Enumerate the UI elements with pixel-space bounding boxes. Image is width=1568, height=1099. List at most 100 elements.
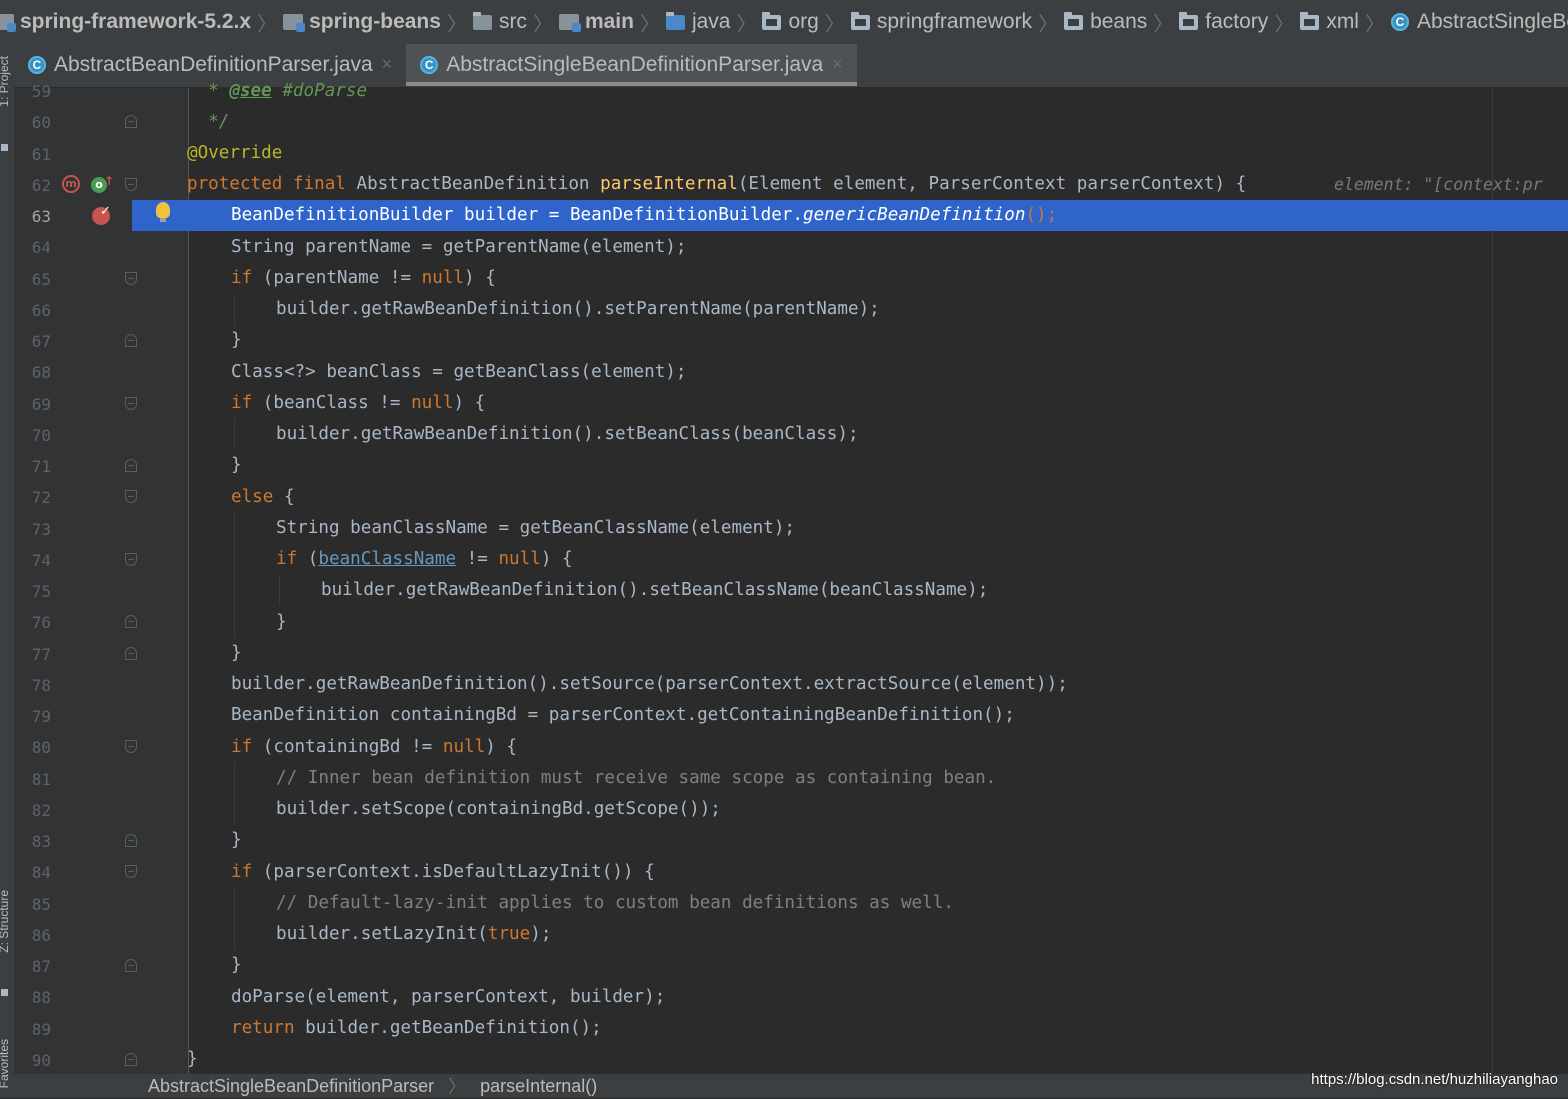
gutter-row[interactable]: 86: [15, 920, 189, 951]
gutter-row[interactable]: 84: [15, 857, 189, 888]
gutter-row[interactable]: 72: [15, 482, 189, 513]
nav-item-xml[interactable]: xml: [1300, 10, 1359, 34]
gutter-row[interactable]: 88: [15, 982, 189, 1013]
fold-end-icon[interactable]: [125, 615, 137, 629]
fold-end-icon[interactable]: [125, 646, 137, 660]
gutter-row[interactable]: 79: [15, 701, 189, 732]
fold-collapse-icon[interactable]: [125, 740, 137, 754]
package-icon: [762, 11, 782, 30]
code-line-75: builder.getRawBeanDefinition().setBeanCl…: [321, 580, 989, 600]
nav-item-module[interactable]: spring-beans: [283, 10, 441, 34]
chevron-right-icon: 〉: [824, 13, 845, 36]
gutter-row[interactable]: 73: [15, 514, 189, 545]
source-folder-icon: [665, 11, 685, 30]
abstract-class-icon: C: [420, 55, 439, 74]
gutter-row[interactable]: 76: [15, 607, 189, 638]
code-line-90: }: [187, 1049, 198, 1069]
line-number: 65: [31, 269, 51, 289]
gutter-row[interactable]: 67: [15, 326, 189, 357]
gutter-row[interactable]: 66: [15, 295, 189, 326]
gutter-row[interactable]: 89: [15, 1014, 189, 1045]
gutter-row[interactable]: 85: [15, 889, 189, 920]
fold-end-icon[interactable]: [125, 115, 137, 129]
nav-item-factory[interactable]: factory: [1179, 10, 1268, 34]
code-line-65: if (parentName != null) {: [231, 268, 496, 288]
nav-item-class[interactable]: C AbstractSingleBeanDefinitio: [1390, 10, 1568, 34]
gutter-row[interactable]: 80: [15, 732, 189, 763]
nav-item-springframework[interactable]: springframework: [850, 10, 1032, 34]
fold-end-icon[interactable]: [125, 334, 137, 347]
fold-end-icon[interactable]: [125, 459, 137, 472]
gutter-row[interactable]: 82: [15, 795, 189, 826]
code-line-64: String parentName = getParentName(elemen…: [231, 237, 687, 257]
gutter-row[interactable]: 83: [15, 826, 189, 857]
fold-end-icon[interactable]: [125, 959, 137, 972]
code-line-79: BeanDefinition containingBd = parserCont…: [231, 705, 1015, 725]
code-line-81: // Inner bean definition must receive sa…: [276, 768, 997, 788]
fold-collapse-icon[interactable]: [125, 865, 137, 879]
gutter-row[interactable]: 65: [15, 264, 189, 295]
right-margin-guide: [1492, 88, 1493, 1074]
gutter-row[interactable]: 87: [15, 951, 189, 982]
line-number: 72: [31, 488, 51, 508]
fold-end-icon[interactable]: [125, 834, 137, 847]
line-number: 90: [31, 1050, 51, 1070]
breadcrumb-method[interactable]: parseInternal(): [480, 1076, 597, 1097]
nav-item-beans[interactable]: beans: [1064, 10, 1147, 34]
module-icon: [0, 14, 16, 32]
overrides-method-icon[interactable]: m: [62, 175, 80, 193]
gutter-row[interactable]: 71: [15, 451, 189, 482]
code-line-59: * @see #doParse: [187, 81, 368, 101]
gutter-row[interactable]: 60: [15, 107, 189, 138]
close-icon[interactable]: ×: [382, 54, 393, 75]
chevron-right-icon: 〉: [1153, 13, 1174, 36]
abstract-class-icon: C: [28, 55, 46, 74]
gutter-row[interactable]: 61: [15, 139, 189, 170]
code-line-89: return builder.getBeanDefinition();: [231, 1018, 602, 1038]
close-icon[interactable]: ×: [832, 54, 843, 75]
fold-collapse-icon[interactable]: [125, 490, 137, 504]
gutter-row[interactable]: 68: [15, 357, 189, 388]
gutter-row[interactable]: 70: [15, 420, 189, 451]
code-line-86: builder.setLazyInit(true);: [276, 924, 552, 944]
line-number: 87: [31, 957, 51, 976]
nav-item-main[interactable]: main: [558, 10, 634, 34]
gutter-row[interactable]: 78: [15, 670, 189, 701]
breadcrumb-class[interactable]: AbstractSingleBeanDefinitionParser: [148, 1076, 434, 1097]
line-number: 62: [31, 175, 51, 195]
gutter-row[interactable]: 69: [15, 389, 189, 420]
nav-item-org[interactable]: org: [762, 10, 819, 34]
line-number: 59: [31, 82, 51, 101]
navigation-bar: spring-framework-5.2.x 〉 spring-beans 〉 …: [0, 0, 1568, 44]
gutter-row[interactable]: 90: [15, 1045, 189, 1076]
tab-abstract-single-bean-definition-parser[interactable]: C AbstractSingleBeanDefinitionParser.jav…: [406, 44, 857, 86]
implemented-method-icon[interactable]: o ↑: [91, 174, 114, 193]
folder-icon: [472, 11, 492, 30]
fold-collapse-icon[interactable]: [125, 552, 137, 566]
code-line-78: builder.getRawBeanDefinition().setSource…: [231, 674, 1068, 694]
fold-collapse-icon[interactable]: [125, 177, 137, 191]
gutter-row[interactable]: 75: [15, 576, 189, 607]
line-number: 74: [31, 550, 51, 570]
gutter-row[interactable]: 64: [15, 232, 189, 263]
nav-item-src[interactable]: src: [472, 10, 527, 34]
line-number: 77: [31, 644, 51, 664]
chevron-right-icon: 〉: [532, 13, 553, 36]
fold-collapse-icon[interactable]: [125, 271, 137, 285]
line-number: 70: [31, 425, 51, 445]
gutter-row[interactable]: 77: [15, 639, 189, 670]
project-tool-button[interactable]: 1: Project: [0, 56, 11, 107]
gutter-row[interactable]: 74: [15, 545, 189, 576]
gutter-row[interactable]: 59: [15, 76, 189, 107]
nav-item-project[interactable]: spring-framework-5.2.x: [0, 10, 251, 34]
gutter-row[interactable]: 81: [15, 764, 189, 795]
structure-tool-button[interactable]: Z: Structure: [0, 890, 11, 953]
favorites-tool-button[interactable]: Favorites: [0, 1039, 11, 1088]
line-number: 60: [31, 113, 51, 133]
code-line-82: builder.setScope(containingBd.getScope()…: [276, 799, 721, 819]
breakpoint-icon[interactable]: ✓: [92, 204, 111, 225]
fold-end-icon[interactable]: [125, 1052, 137, 1066]
line-number: 84: [31, 863, 51, 883]
nav-item-java[interactable]: java: [665, 10, 730, 34]
fold-collapse-icon[interactable]: [125, 396, 137, 410]
